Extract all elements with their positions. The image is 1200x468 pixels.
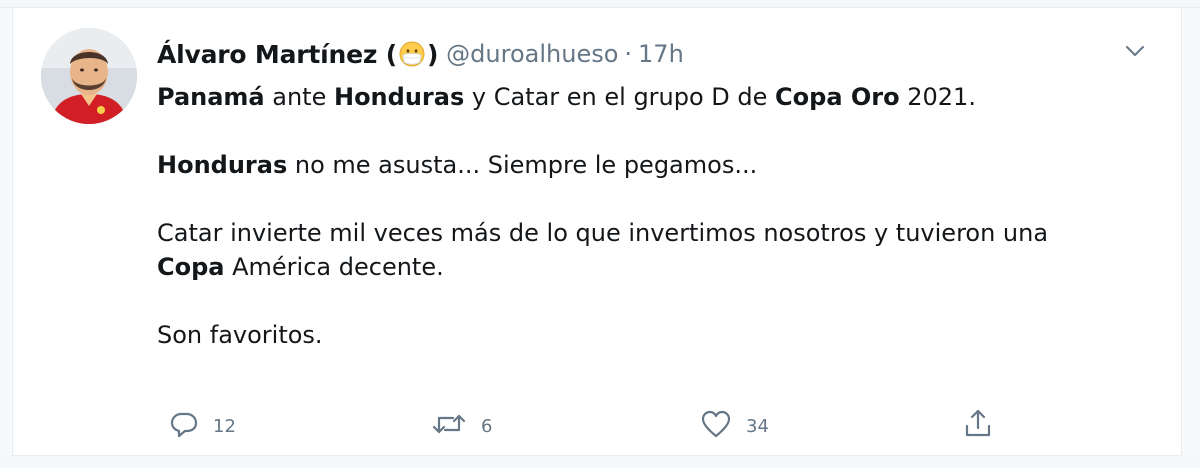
author-name-close: ) (426, 39, 439, 69)
tweet-line-1: Panamá ante Honduras y Catar en el grupo… (157, 80, 1157, 114)
reply-count: 12 (213, 415, 236, 437)
tweet-text-plain: Catar invierte mil veces más de lo que i… (157, 219, 1049, 247)
separator-dot: · (624, 40, 633, 68)
page: Álvaro Martínez ( ) @duroalhueso · 17h P… (0, 0, 1200, 468)
tweet-text-plain: América decente. (224, 253, 444, 281)
tweet-text-plain: ante (264, 83, 334, 111)
share-icon (963, 408, 993, 444)
author-name[interactable]: Álvaro Martínez ( (157, 40, 397, 69)
retweet-icon (431, 409, 467, 443)
retweet-count: 6 (481, 415, 493, 437)
avatar[interactable] (41, 28, 137, 124)
tweet-text-plain: Son favoritos. (157, 321, 323, 349)
like-count: 34 (746, 415, 769, 437)
author-handle[interactable]: @duroalhueso (446, 40, 618, 68)
top-divider (0, 0, 1200, 8)
tweet-timestamp[interactable]: 17h (638, 40, 684, 68)
share-button[interactable] (963, 406, 993, 446)
tweet-text-plain: y Catar en el grupo D de (464, 83, 776, 111)
tweet-line-4: Copa América decente. (157, 250, 1157, 284)
tweet-text-bold[interactable]: Copa Oro (775, 83, 900, 111)
tweet-text: Panamá ante Honduras y Catar en el grupo… (157, 80, 1157, 352)
tweet-line-3: Catar invierte mil veces más de lo que i… (157, 216, 1157, 250)
tweet-text-bold[interactable]: Honduras (334, 83, 464, 111)
retweet-button[interactable]: 6 (431, 406, 492, 446)
tweet-text-bold[interactable]: Copa (157, 253, 224, 281)
tweet-actions: 12 6 34 (157, 406, 1057, 446)
tweet-text-bold[interactable]: Panamá (157, 83, 265, 111)
tweet-text-plain: 2021. (899, 83, 976, 111)
tweet-text-plain: no me asusta... Siempre le pegamos... (287, 151, 758, 179)
tweet-card[interactable]: Álvaro Martínez ( ) @duroalhueso · 17h P… (12, 8, 1182, 456)
heart-icon (700, 409, 732, 443)
tweet-text-bold[interactable]: Honduras (157, 151, 287, 179)
tweet-line-2: Honduras no me asusta... Siempre le pega… (157, 148, 1157, 182)
mask-face-emoji-icon (398, 40, 426, 68)
like-button[interactable]: 34 (700, 406, 769, 446)
bottom-divider (0, 456, 1200, 468)
reply-icon (169, 409, 199, 443)
chevron-down-icon[interactable] (1123, 42, 1147, 60)
tweet-header: Álvaro Martínez ( ) @duroalhueso · 17h (157, 36, 684, 72)
reply-button[interactable]: 12 (169, 406, 236, 446)
tweet-line-5: Son favoritos. (157, 318, 1157, 352)
